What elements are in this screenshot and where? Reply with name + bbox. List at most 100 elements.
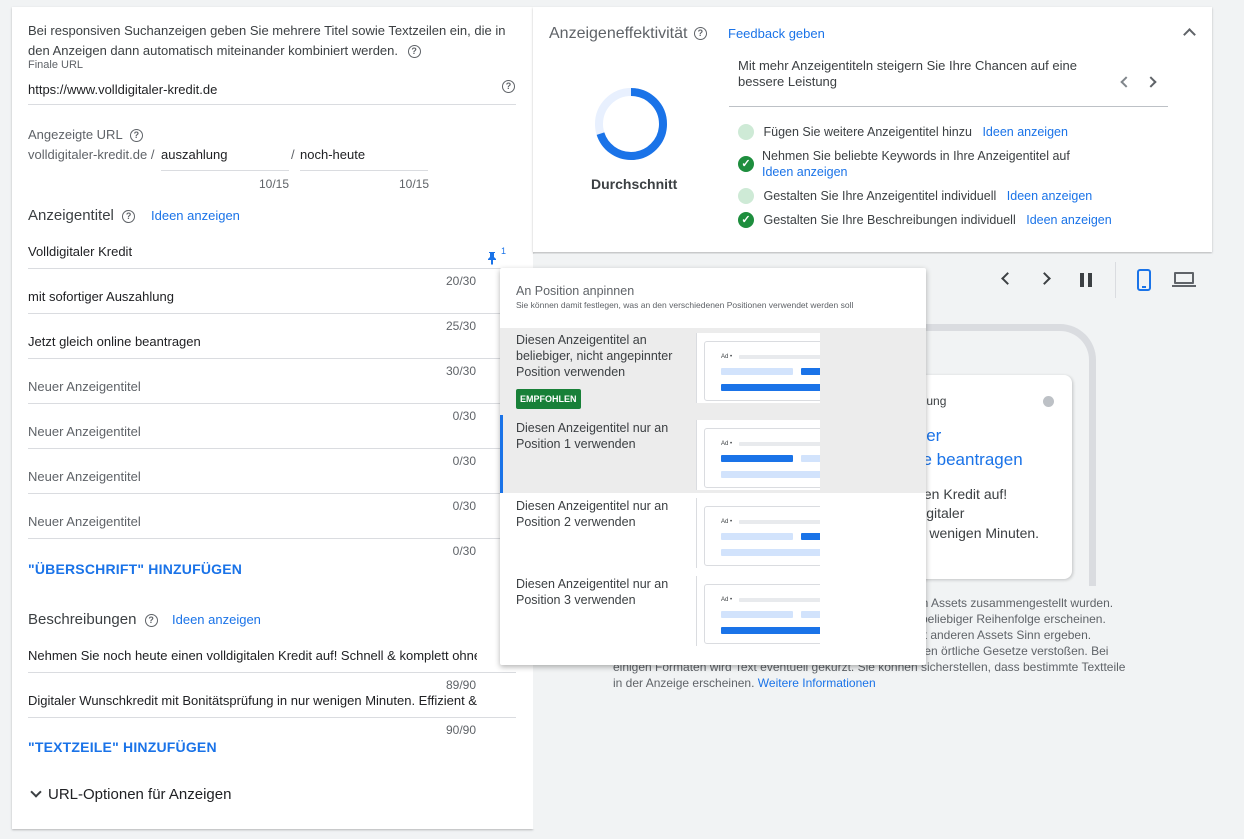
strength-item: Fügen Sie weitere Anzeigentitel hinzu Id… — [738, 124, 1068, 140]
add-headline-button[interactable]: "ÜBERSCHRIFT" HINZUFÜGEN — [28, 561, 242, 577]
desktop-preview-icon[interactable] — [1172, 272, 1196, 288]
strength-item: ✓ Gestalten Sie Ihre Beschreibungen indi… — [738, 212, 1112, 228]
pending-check-icon — [738, 188, 754, 204]
new-headline-input-1[interactable]: Neuer Anzeigentitel — [28, 379, 141, 394]
headline-counter: 0/30 — [452, 499, 476, 513]
more-info-link[interactable]: Weitere Informationen — [758, 676, 876, 690]
thumbnail-bar — [739, 520, 820, 524]
thumbnail-bar — [801, 455, 820, 462]
info-dot-icon — [1043, 396, 1054, 407]
new-headline-input-3[interactable]: Neuer Anzeigentitel — [28, 469, 141, 484]
strength-tip: Mit mehr Anzeigentiteln steigern Sie Ihr… — [738, 58, 1077, 89]
ad-strength-title-text: Anzeigeneffektivität — [549, 25, 688, 42]
headline-counter: 30/30 — [445, 364, 476, 378]
pin-option-text: Diesen Anzeigentitel nur an Position 1 v… — [516, 421, 669, 451]
path2-input[interactable]: noch-heute — [300, 147, 365, 162]
strength-item-link[interactable]: Ideen anzeigen — [1007, 189, 1093, 203]
descriptions-section-title: Beschreibungen ? — [28, 611, 158, 628]
thumbnail-bar — [721, 627, 820, 634]
final-url-underline — [28, 104, 516, 105]
notice-line-text: in der Anzeige erscheinen. — [613, 676, 755, 690]
thumbnail-frame: Ad • — [704, 428, 820, 488]
layout-thumbnail: Ad • — [696, 576, 820, 646]
pin-option-text: Diesen Anzeigentitel an beliebiger, nich… — [516, 333, 673, 379]
headline-underline — [28, 358, 516, 359]
help-icon[interactable]: ? — [693, 27, 707, 41]
checkmark-icon: ✓ — [738, 156, 754, 172]
pin-option-position-2[interactable]: Diesen Anzeigentitel nur an Position 2 v… — [500, 493, 926, 571]
headline-input-1[interactable]: Volldigitaler Kredit — [28, 244, 132, 259]
help-icon[interactable]: ? — [144, 613, 158, 627]
pin-option-position-1[interactable]: Diesen Anzeigentitel nur an Position 1 v… — [500, 415, 926, 493]
headline-counter: 25/30 — [445, 319, 476, 333]
thumbnail-frame: Ad • — [704, 584, 820, 644]
description-input-2[interactable]: Digitaler Wunschkredit mit Bonitätsprüfu… — [28, 693, 477, 708]
path1-input[interactable]: auszahlung — [161, 147, 228, 162]
path2-underline — [300, 170, 428, 171]
thumbnail-bar — [739, 442, 820, 446]
tip-divider — [729, 106, 1168, 107]
new-headline-input-4[interactable]: Neuer Anzeigentitel — [28, 514, 141, 529]
ad-preview-title-2: ne beantragen — [913, 450, 1023, 469]
url-options-toggle[interactable]: URL-Optionen für Anzeigen — [28, 786, 231, 803]
thumbnail-bar — [721, 533, 793, 540]
intro-text-content: Bei responsiven Suchanzeigen geben Sie m… — [28, 23, 506, 58]
path1-underline — [161, 170, 289, 171]
strength-item: ✓ Nehmen Sie beliebte Keywords in Ihre A… — [738, 148, 1070, 180]
display-url-label-text: Angezeigte URL — [28, 127, 123, 142]
add-description-button[interactable]: "TEXTZEILE" HINZUFÜGEN — [28, 739, 217, 755]
headlines-ideas-link[interactable]: Ideen anzeigen — [151, 208, 240, 223]
pin-option-position-3[interactable]: Diesen Anzeigentitel nur an Position 3 v… — [500, 571, 926, 651]
pending-check-icon — [738, 124, 754, 140]
final-url-input[interactable]: https://www.volldigitaler-kredit.de — [28, 82, 217, 97]
help-icon[interactable]: ? — [122, 209, 136, 223]
headline-input-2[interactable]: mit sofortiger Auszahlung — [28, 289, 174, 304]
help-icon[interactable]: ? — [502, 80, 515, 93]
pin-position-popup: An Position anpinnen Sie können damit fe… — [500, 268, 926, 665]
notice-line: ren Assets zusammengestellt wurden. — [911, 596, 1114, 610]
thumbnail-bar — [739, 598, 820, 602]
mobile-preview-icon[interactable] — [1137, 269, 1151, 291]
thumbnail-ad-label: Ad • — [721, 519, 733, 525]
thumbnail-ad-label: Ad • — [721, 597, 733, 603]
headline-input-3[interactable]: Jetzt gleich online beantragen — [28, 334, 201, 349]
pin-option-any[interactable]: Diesen Anzeigentitel an beliebiger, nich… — [500, 328, 926, 415]
thumbnail-ad-label: Ad • — [721, 441, 733, 447]
headline-underline — [28, 448, 516, 449]
pin-option-text: Diesen Anzeigentitel nur an Position 3 v… — [516, 577, 669, 607]
popup-subtitle: Sie können damit festlegen, was an den v… — [516, 300, 854, 310]
recommended-badge: EMPFOHLEN — [516, 389, 581, 409]
strength-item-link[interactable]: Ideen anzeigen — [762, 164, 1070, 180]
toolbar-divider — [1115, 262, 1116, 298]
strength-item-link[interactable]: Ideen anzeigen — [1026, 213, 1112, 227]
ad-strength-title: Anzeigeneffektivität ? — [549, 25, 707, 43]
headline-counter: 0/30 — [452, 409, 476, 423]
description-input-1[interactable]: Nehmen Sie noch heute einen volldigitale… — [28, 648, 477, 663]
ad-preview-desc-3: ur wenigen Minuten. — [913, 525, 1040, 541]
popup-title: An Position anpinnen — [516, 284, 635, 298]
thumbnail-bar — [801, 533, 820, 540]
thumbnail-bar — [801, 611, 820, 618]
headlines-label: Anzeigentitel — [28, 207, 114, 224]
checkmark-icon: ✓ — [738, 212, 754, 228]
pause-icon[interactable] — [1080, 273, 1092, 287]
intro-text: Bei responsiven Suchanzeigen geben Sie m… — [28, 21, 508, 61]
thumbnail-bar — [801, 368, 820, 375]
headline-counter: 0/30 — [452, 454, 476, 468]
descriptions-label: Beschreibungen — [28, 611, 137, 628]
feedback-link[interactable]: Feedback geben — [728, 26, 825, 41]
thumbnail-bar — [739, 355, 820, 359]
help-icon[interactable]: ? — [407, 45, 421, 59]
strength-item-text: Gestalten Sie Ihre Beschreibungen indivi… — [763, 213, 1016, 227]
headlines-section-title: Anzeigentitel ? — [28, 207, 136, 224]
notice-line: egen örtliche Gesetze verstoßen. Bei — [911, 644, 1109, 658]
descriptions-ideas-link[interactable]: Ideen anzeigen — [172, 612, 261, 627]
thumbnail-frame: Ad • — [704, 341, 820, 401]
strength-item-text: Nehmen Sie beliebte Keywords in Ihre Anz… — [762, 149, 1070, 163]
description-counter: 90/90 — [445, 723, 476, 737]
headline-underline — [28, 403, 516, 404]
help-icon[interactable]: ? — [129, 129, 143, 143]
strength-item-link[interactable]: Ideen anzeigen — [982, 125, 1068, 139]
layout-thumbnail: Ad • — [696, 333, 820, 403]
new-headline-input-2[interactable]: Neuer Anzeigentitel — [28, 424, 141, 439]
